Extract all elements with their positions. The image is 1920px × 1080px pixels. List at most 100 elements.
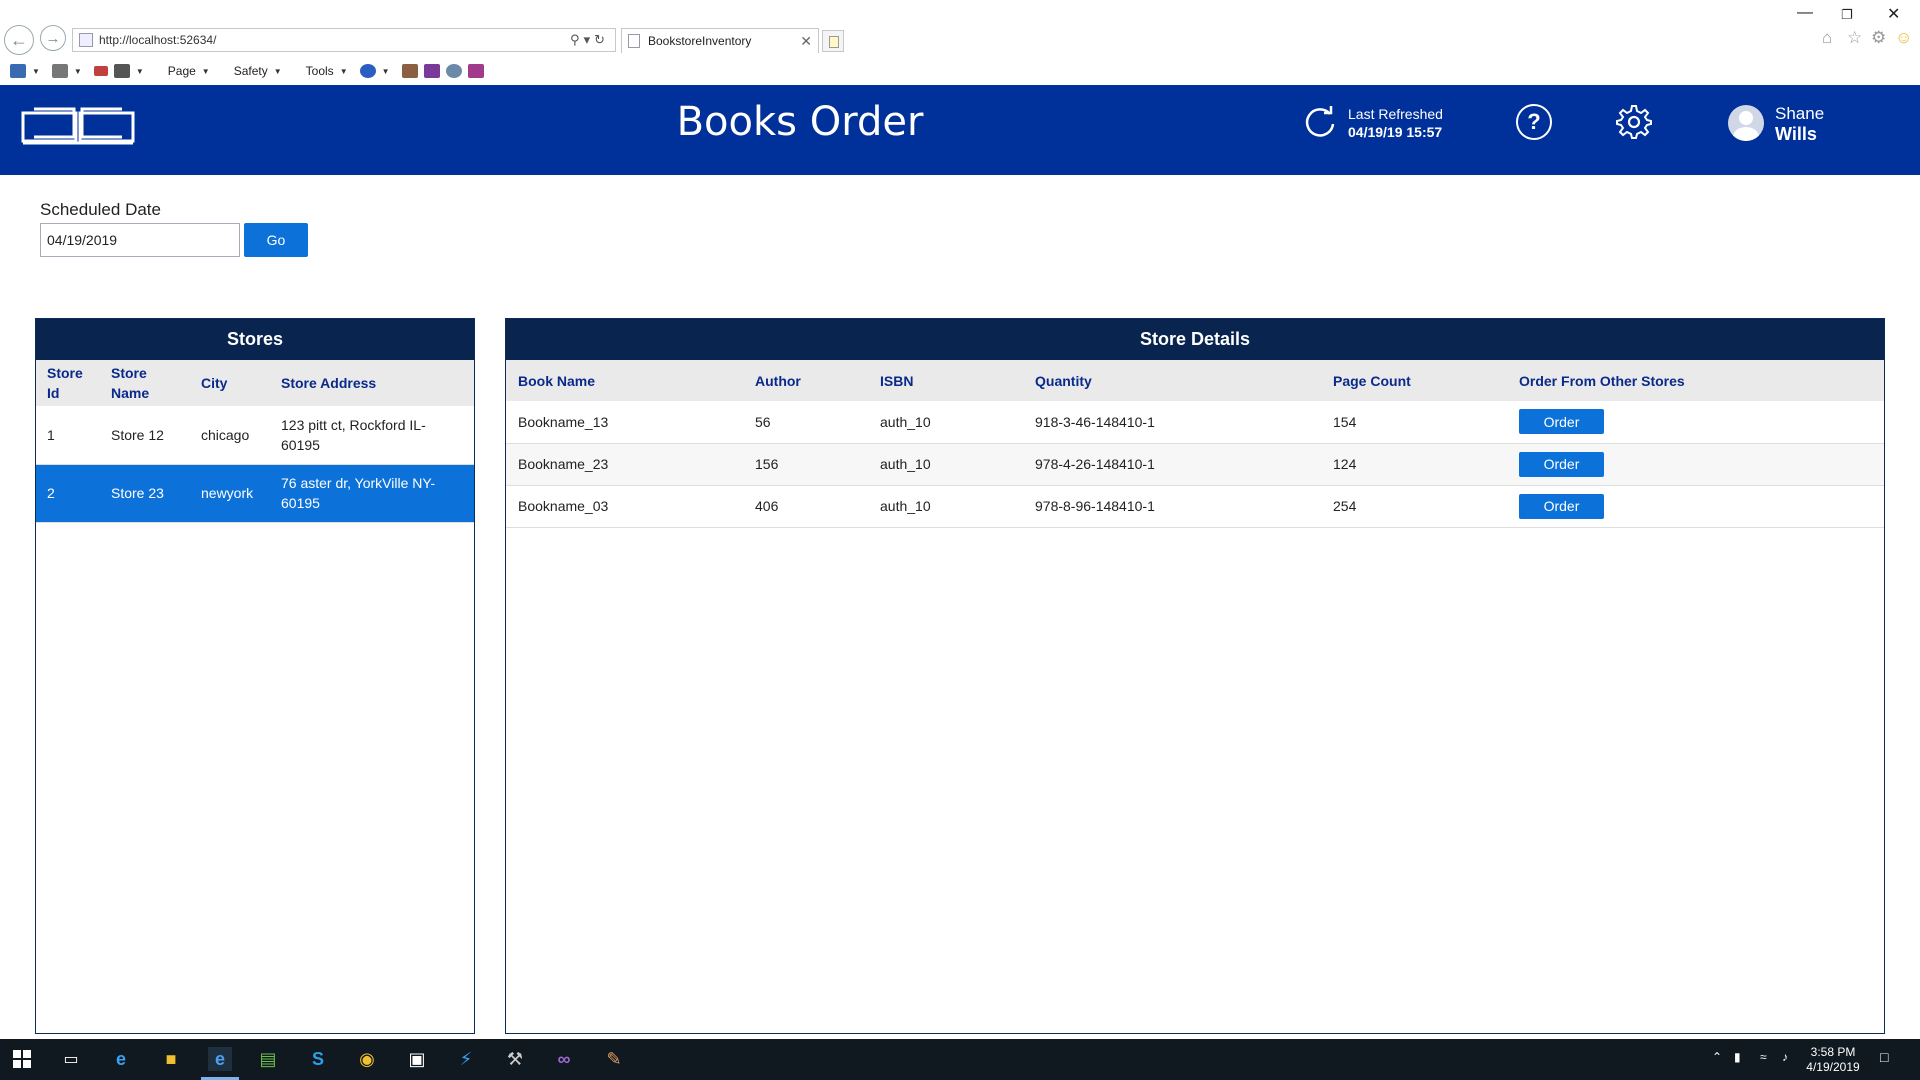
search-refresh-icon[interactable]: ⚲▾↻ — [570, 32, 609, 48]
new-tab-button[interactable] — [822, 30, 844, 52]
store-details-panel: Store Details Book Name Author ISBN Quan… — [505, 318, 1885, 1034]
avatar[interactable] — [1728, 105, 1764, 141]
tab-favicon-icon — [628, 34, 640, 48]
favorites-star-icon[interactable]: ☆ — [1847, 28, 1862, 48]
addon-icon-4[interactable] — [467, 64, 484, 78]
mail-icon[interactable] — [93, 66, 108, 76]
internet-explorer-icon[interactable]: e — [208, 1047, 232, 1071]
feedback-smiley-icon[interactable]: ☺ — [1895, 28, 1912, 48]
sticky-notes-icon[interactable]: ▣ — [405, 1047, 429, 1071]
file-explorer-icon[interactable]: ■ — [159, 1047, 183, 1071]
details-header-row: Book Name Author ISBN Quantity Page Coun… — [506, 360, 1884, 401]
clock-date: 4/19/2019 — [1806, 1060, 1860, 1074]
browser-tab[interactable]: BookstoreInventory ✕ — [621, 28, 819, 53]
minimize-icon[interactable]: — — [1797, 4, 1813, 22]
order-cell: Order — [1507, 485, 1884, 528]
book-page-count: 124 — [1321, 443, 1507, 486]
addon-icon-2[interactable] — [423, 64, 440, 78]
edge-icon[interactable]: e — [109, 1047, 133, 1071]
store-details-title: Store Details — [506, 319, 1884, 360]
close-window-icon[interactable]: ✕ — [1887, 4, 1900, 24]
command-bar: ▼ ▼ ▼ Page ▼ Safety ▼ Tools ▼ ▼ — [0, 58, 1920, 84]
book-isbn: auth_10 — [868, 443, 1023, 486]
tab-title: BookstoreInventory — [648, 34, 752, 48]
spreadsheet-icon[interactable]: ▤ — [256, 1047, 280, 1071]
network-icon[interactable]: ≈ — [1760, 1050, 1767, 1065]
chrome-icon[interactable]: ◉ — [355, 1047, 379, 1071]
help-icon[interactable]: ? — [1516, 104, 1552, 140]
restore-icon[interactable]: ❐ — [1841, 7, 1853, 23]
windows-start-icon[interactable] — [10, 1047, 34, 1071]
col-book-name[interactable]: Book Name — [506, 360, 743, 401]
order-button[interactable]: Order — [1519, 493, 1604, 519]
volume-icon[interactable]: ♪ — [1782, 1050, 1788, 1065]
store-id: 1 — [36, 406, 100, 465]
user-first-name: Shane — [1775, 104, 1825, 123]
menu-page[interactable]: Page — [168, 64, 196, 78]
scheduled-date-label: Scheduled Date — [40, 200, 161, 219]
table-row[interactable]: Bookname_13 56 auth_10 918-3-46-148410-1… — [506, 401, 1884, 444]
addon-icon-3[interactable] — [445, 64, 462, 78]
last-refreshed: Last Refreshed 04/19/19 15:57 — [1348, 105, 1443, 141]
url-text: http://localhost:52634/ — [99, 33, 217, 47]
go-button[interactable]: Go — [244, 223, 308, 257]
stores-header-row: Store Id Store Name City Store Address — [36, 360, 474, 406]
forward-icon[interactable]: → — [40, 25, 66, 51]
clock[interactable]: 3:58 PM 4/19/2019 — [1806, 1045, 1860, 1075]
paint-icon[interactable]: ✎ — [602, 1047, 626, 1071]
order-cell: Order — [1507, 401, 1884, 444]
store-city: chicago — [190, 406, 270, 465]
store-city: newyork — [190, 464, 270, 523]
store-address: 76 aster dr, YorkVille NY-60195 — [270, 464, 474, 523]
battery-icon[interactable]: ▮ — [1734, 1050, 1741, 1065]
book-isbn: auth_10 — [868, 401, 1023, 444]
refresh-icon[interactable] — [1302, 104, 1338, 140]
print-icon[interactable] — [113, 64, 130, 78]
home-icon[interactable]: ⌂ — [1822, 28, 1832, 48]
clock-time: 3:58 PM — [1810, 1045, 1856, 1059]
col-store-name[interactable]: Store Name — [100, 360, 190, 406]
task-view-icon[interactable]: ▭ — [59, 1047, 83, 1071]
store-address: 123 pitt ct, Rockford IL-60195 — [270, 406, 474, 465]
table-row[interactable]: 1 Store 12 chicago 123 pitt ct, Rockford… — [36, 406, 474, 465]
book-quantity: 978-8-96-148410-1 — [1023, 485, 1321, 528]
col-order-from-other-stores[interactable]: Order From Other Stores — [1507, 360, 1884, 401]
page-favicon-icon — [79, 33, 93, 47]
address-bar[interactable]: http://localhost:52634/ ⚲▾↻ — [72, 28, 616, 52]
lightning-app-icon[interactable]: ⚡ — [454, 1047, 478, 1071]
col-store-address[interactable]: Store Address — [270, 360, 474, 406]
addon-icon-1[interactable] — [401, 64, 418, 78]
order-button[interactable]: Order — [1519, 451, 1604, 477]
col-author[interactable]: Author — [743, 360, 868, 401]
col-quantity[interactable]: Quantity — [1023, 360, 1321, 401]
col-isbn[interactable]: ISBN — [868, 360, 1023, 401]
table-row[interactable]: Bookname_23 156 auth_10 978-4-26-148410-… — [506, 443, 1884, 486]
col-city[interactable]: City — [190, 360, 270, 406]
order-button[interactable]: Order — [1519, 409, 1604, 435]
menu-safety[interactable]: Safety — [234, 64, 268, 78]
feeds-icon[interactable] — [51, 64, 68, 78]
store-name: Store 12 — [100, 406, 190, 465]
back-icon[interactable]: ← — [4, 25, 34, 55]
notifications-icon[interactable]: □ — [1880, 1050, 1888, 1065]
col-store-id[interactable]: Store Id — [36, 360, 100, 406]
table-row[interactable]: Bookname_03 406 auth_10 978-8-96-148410-… — [506, 485, 1884, 528]
col-page-count[interactable]: Page Count — [1321, 360, 1507, 401]
tab-close-icon[interactable]: ✕ — [800, 33, 812, 50]
table-row-selected[interactable]: 2 Store 23 newyork 76 aster dr, YorkVill… — [36, 464, 474, 523]
user-name[interactable]: Shane Wills — [1775, 104, 1824, 144]
visual-studio-icon[interactable]: ∞ — [552, 1047, 576, 1071]
help-toolbar-icon[interactable] — [359, 64, 376, 78]
menu-tools[interactable]: Tools — [306, 64, 334, 78]
book-author: 156 — [743, 443, 868, 486]
book-author: 56 — [743, 401, 868, 444]
tray-chevron-icon[interactable]: ⌃ — [1712, 1050, 1722, 1065]
tools-app-icon[interactable]: ⚒ — [503, 1047, 527, 1071]
store-name: Store 23 — [100, 464, 190, 523]
home-toolbar-icon[interactable] — [10, 64, 26, 78]
scheduled-date-input[interactable] — [40, 223, 240, 257]
gear-icon[interactable] — [1616, 104, 1652, 140]
skype-icon[interactable]: S — [306, 1047, 330, 1071]
app-header: Books Order Last Refreshed 04/19/19 15:5… — [0, 85, 1920, 175]
settings-icon[interactable]: ⚙ — [1871, 28, 1886, 48]
